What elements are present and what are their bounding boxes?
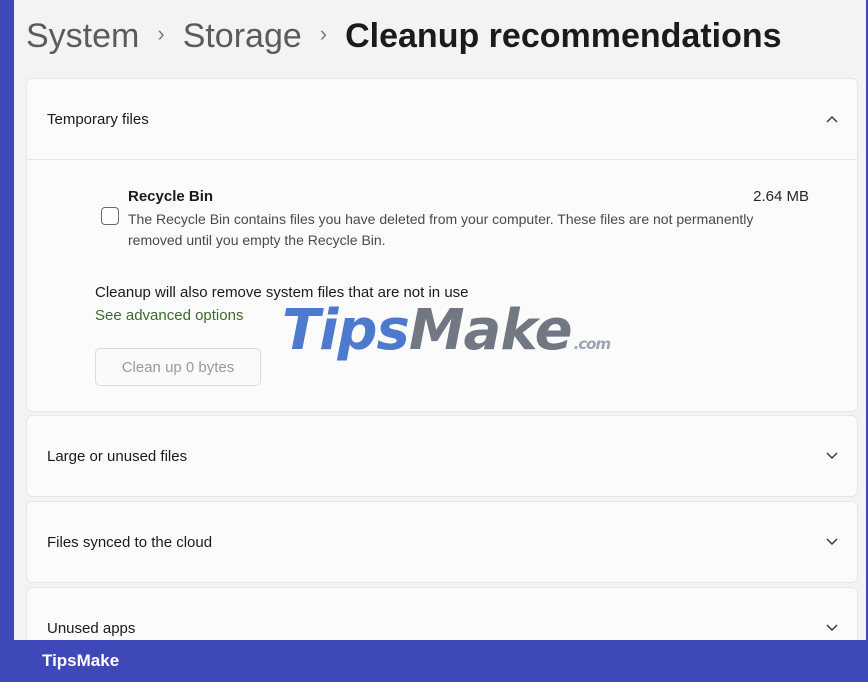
section-header-files-synced-cloud[interactable]: Files synced to the cloud bbox=[27, 502, 857, 582]
breadcrumb: System › Storage › Cleanup recommendatio… bbox=[26, 10, 782, 62]
section-unused-apps[interactable]: Unused apps bbox=[26, 587, 858, 640]
recycle-bin-size: 2.64 MB bbox=[753, 188, 809, 205]
footer-brand: TipsMake bbox=[42, 651, 120, 670]
cleanup-note: Cleanup will also remove system files th… bbox=[95, 284, 469, 301]
chevron-down-icon[interactable] bbox=[825, 621, 839, 635]
page-title: Cleanup recommendations bbox=[345, 16, 782, 55]
recycle-bin-title: Recycle Bin bbox=[128, 188, 214, 205]
section-temporary-files: Temporary files Recycle Bin 2.64 MB The … bbox=[26, 78, 858, 412]
chevron-down-icon[interactable] bbox=[825, 449, 839, 463]
recycle-bin-checkbox[interactable] bbox=[101, 207, 119, 225]
section-header-temporary-files[interactable]: Temporary files bbox=[27, 79, 857, 159]
settings-window: System › Storage › Cleanup recommendatio… bbox=[14, 0, 866, 640]
section-title: Unused apps bbox=[47, 619, 136, 637]
section-large-unused-files[interactable]: Large or unused files bbox=[26, 415, 858, 497]
chevron-right-icon: › bbox=[157, 21, 165, 46]
section-header-unused-apps[interactable]: Unused apps bbox=[27, 588, 857, 640]
see-advanced-options-link[interactable]: See advanced options bbox=[95, 307, 243, 324]
section-files-synced-cloud[interactable]: Files synced to the cloud bbox=[26, 501, 858, 583]
chevron-right-icon: › bbox=[319, 21, 328, 46]
section-title: Files synced to the cloud bbox=[47, 533, 213, 551]
section-title: Large or unused files bbox=[47, 447, 188, 465]
clean-up-button[interactable]: Clean up 0 bytes bbox=[95, 348, 261, 386]
breadcrumb-storage[interactable]: Storage bbox=[183, 17, 302, 56]
chevron-up-icon[interactable] bbox=[825, 112, 839, 126]
footer-bar: TipsMake bbox=[0, 640, 868, 682]
section-title: Temporary files bbox=[47, 110, 149, 128]
breadcrumb-system[interactable]: System bbox=[26, 17, 139, 56]
chevron-down-icon[interactable] bbox=[825, 535, 839, 549]
recycle-bin-description: The Recycle Bin contains files you have … bbox=[128, 211, 754, 248]
divider bbox=[27, 159, 857, 160]
section-header-large-unused-files[interactable]: Large or unused files bbox=[27, 416, 857, 496]
